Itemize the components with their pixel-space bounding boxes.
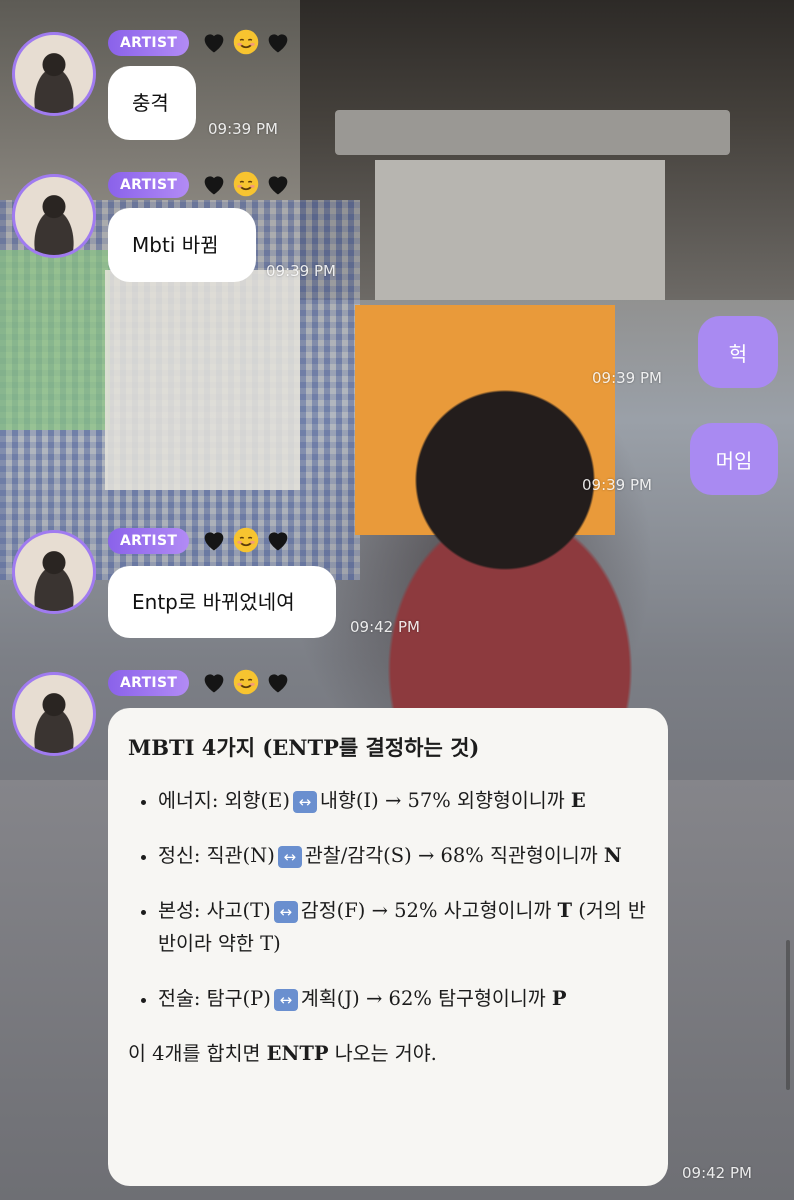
card-title: MBTI 4가지 (ENTP를 결정하는 것) — [128, 735, 480, 760]
swap-arrow-icon: ↔ — [273, 988, 298, 1011]
summary-bold: ENTP — [266, 1042, 329, 1065]
summary-text: 나오는 거야. — [334, 1042, 437, 1065]
result-letter: E — [570, 789, 586, 812]
message-timestamp: 09:39 PM — [582, 476, 652, 494]
artist-badge: ARTIST — [108, 30, 190, 56]
dimension-label: 정신: — [158, 844, 201, 867]
list-item: 정신: 직관(N)↔관찰/감각(S) → 68% 직관형이니까 N — [158, 839, 648, 872]
result-text: → 68% 직관형이니까 — [417, 844, 598, 867]
artist-badge: ARTIST — [108, 528, 190, 554]
summary-text: 이 4개를 합치면 — [128, 1042, 261, 1065]
black-heart-icon — [264, 668, 292, 696]
artist-emoji-row — [200, 170, 292, 198]
mbti-list: 에너지: 외향(E)↔내향(I) → 57% 외향형이니까 E 정신: 직관(N… — [128, 784, 648, 1015]
artist-avatar[interactable] — [12, 32, 96, 116]
incoming-message-bubble[interactable]: Entp로 바뀌었네여 — [108, 566, 336, 638]
left-option: 외향(E) — [224, 789, 290, 812]
black-heart-icon — [200, 28, 228, 56]
outgoing-message-bubble[interactable]: 헉 — [698, 316, 778, 388]
scrollbar[interactable] — [786, 940, 790, 1090]
black-heart-icon — [200, 526, 228, 554]
result-text: → 57% 외향형이니까 — [384, 789, 565, 812]
dimension-label: 전술: — [158, 987, 201, 1010]
dimension-label: 에너지: — [158, 789, 219, 812]
card-summary: 이 4개를 합치면 ENTP 나오는 거야. — [128, 1037, 648, 1066]
list-item: 에너지: 외향(E)↔내향(I) → 57% 외향형이니까 E — [158, 784, 648, 817]
artist-emoji-row — [200, 668, 292, 696]
right-option: 감정(F) — [300, 899, 366, 922]
black-heart-icon — [264, 526, 292, 554]
incoming-message-bubble[interactable]: Mbti 바뀜 — [108, 208, 256, 282]
dimension-label: 본성: — [158, 899, 201, 922]
swap-arrow-icon: ↔ — [273, 900, 298, 923]
artist-emoji-row — [200, 526, 292, 554]
message-timestamp: 09:42 PM — [350, 618, 420, 636]
artist-badge: ARTIST — [108, 670, 190, 696]
message-timestamp: 09:39 PM — [592, 369, 662, 387]
message-timestamp: 09:39 PM — [266, 262, 336, 280]
result-text: → 62% 탐구형이니까 — [366, 987, 546, 1010]
smiling-face-icon — [232, 668, 260, 696]
left-option: 탐구(P) — [206, 987, 271, 1010]
result-letter: P — [551, 987, 567, 1010]
result-letter: T — [557, 899, 573, 922]
incoming-message-bubble[interactable]: 충격 — [108, 66, 196, 140]
black-heart-icon — [200, 170, 228, 198]
right-option: 계획(J) — [300, 987, 360, 1010]
mbti-explanation-card[interactable]: MBTI 4가지 (ENTP를 결정하는 것) 에너지: 외향(E)↔내향(I)… — [108, 708, 668, 1186]
artist-avatar[interactable] — [12, 672, 96, 756]
black-heart-icon — [264, 170, 292, 198]
message-timestamp: 09:42 PM — [682, 1164, 752, 1182]
swap-arrow-icon: ↔ — [292, 790, 317, 813]
message-timestamp: 09:39 PM — [208, 120, 278, 138]
list-item: 본성: 사고(T)↔감정(F) → 52% 사고형이니까 T (거의 반반이라 … — [158, 894, 648, 960]
artist-avatar[interactable] — [12, 174, 96, 258]
smiling-face-icon — [232, 170, 260, 198]
result-text: → 52% 사고형이니까 — [371, 899, 552, 922]
result-letter: N — [603, 844, 622, 867]
outgoing-message-bubble[interactable]: 머임 — [690, 423, 778, 495]
list-item: 전술: 탐구(P)↔계획(J) → 62% 탐구형이니까 P — [158, 982, 648, 1015]
smiling-face-icon — [232, 526, 260, 554]
smiling-face-icon — [232, 28, 260, 56]
artist-badge: ARTIST — [108, 172, 190, 198]
artist-emoji-row — [200, 28, 292, 56]
artist-avatar[interactable] — [12, 530, 96, 614]
black-heart-icon — [264, 28, 292, 56]
black-heart-icon — [200, 668, 228, 696]
left-option: 직관(N) — [206, 844, 275, 867]
swap-arrow-icon: ↔ — [277, 845, 302, 868]
right-option: 내향(I) — [319, 789, 379, 812]
right-option: 관찰/감각(S) — [304, 844, 412, 867]
left-option: 사고(T) — [206, 899, 271, 922]
